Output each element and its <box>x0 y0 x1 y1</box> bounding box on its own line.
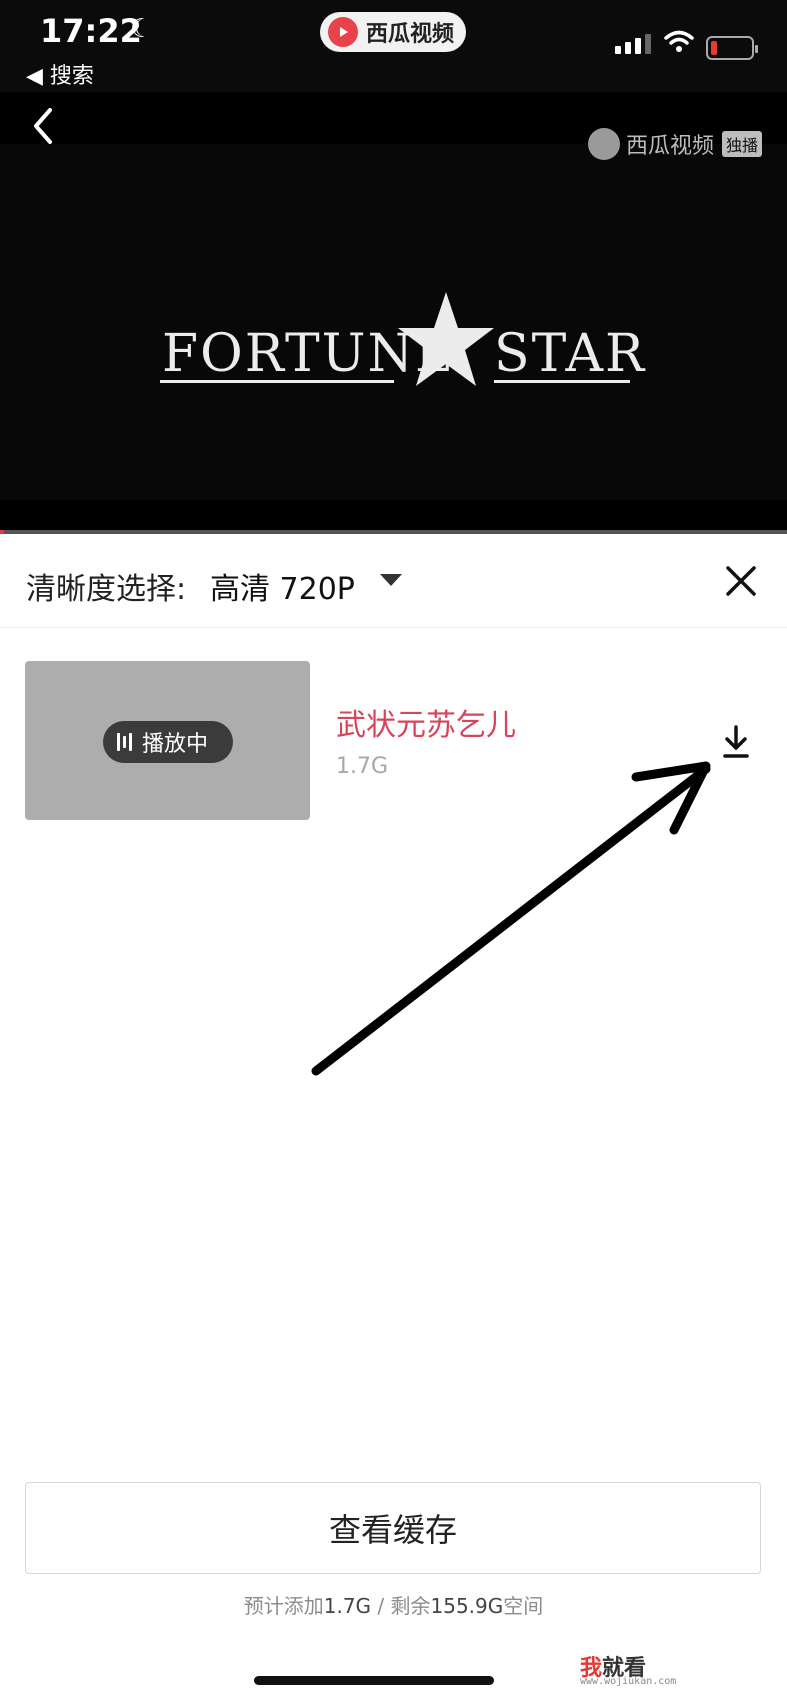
close-icon[interactable] <box>724 564 758 598</box>
video-player[interactable]: FORTUNE STAR 西瓜视频 独播 <box>0 92 787 532</box>
back-arrow-icon[interactable] <box>30 106 54 146</box>
xigua-logo-icon <box>328 17 358 47</box>
storage-sep: / 剩余 <box>371 1594 431 1618</box>
dropdown-caret-icon[interactable] <box>380 574 402 586</box>
episode-thumbnail[interactable]: 播放中 <box>25 661 310 820</box>
now-playing-badge: 播放中 <box>103 721 233 763</box>
storage-info: 预计添加1.7G / 剩余155.9G空间 <box>0 1590 787 1619</box>
episode-title[interactable]: 武状元苏乞儿 <box>336 700 516 744</box>
moon-icon: ☾ <box>130 14 154 44</box>
back-to-app-link[interactable]: ◀ 搜索 <box>26 58 94 90</box>
now-playing-label: 播放中 <box>142 732 209 757</box>
video-progress-bar[interactable] <box>0 530 787 534</box>
wifi-icon <box>664 30 694 52</box>
storage-prefix: 预计添加 <box>243 1594 324 1618</box>
battery-icon <box>706 36 758 60</box>
quality-selector-header: 清晰度选择: 高清 720P <box>0 536 787 628</box>
storage-suffix: 空间 <box>503 1594 544 1618</box>
watermark-badge: 独播 <box>722 131 763 157</box>
xigua-watermark-icon <box>588 128 620 160</box>
status-bar: 17:22 ☾ ◀ 搜索 西瓜视频 <box>0 0 787 92</box>
site-watermark-url: www.wojiukan.com <box>580 1676 677 1687</box>
storage-added: 1.7G <box>323 1594 372 1618</box>
logo-rule-right <box>494 380 630 383</box>
video-frame: FORTUNE STAR <box>0 144 787 500</box>
storage-remaining: 155.9G <box>430 1594 504 1618</box>
episode-size: 1.7G <box>336 754 389 779</box>
app-indicator-pill[interactable]: 西瓜视频 <box>320 12 466 52</box>
logo-text-right: STAR <box>494 324 647 384</box>
app-pill-label: 西瓜视频 <box>366 22 455 47</box>
quality-value[interactable]: 高清 720P <box>210 564 355 608</box>
watermark-text: 西瓜视频 <box>626 134 715 159</box>
download-icon[interactable] <box>720 724 752 760</box>
video-watermark: 西瓜视频 独播 <box>588 128 763 160</box>
home-indicator[interactable] <box>254 1676 494 1685</box>
logo-rule-left <box>160 380 394 383</box>
audio-bars-icon <box>117 733 132 751</box>
status-time: 17:22 <box>40 12 142 50</box>
video-progress-fill <box>0 530 4 534</box>
signal-icon <box>615 34 651 54</box>
quality-label: 清晰度选择: <box>26 572 187 607</box>
logo-text-left: FORTUNE <box>162 324 455 384</box>
view-cache-button[interactable]: 查看缓存 <box>25 1482 761 1574</box>
